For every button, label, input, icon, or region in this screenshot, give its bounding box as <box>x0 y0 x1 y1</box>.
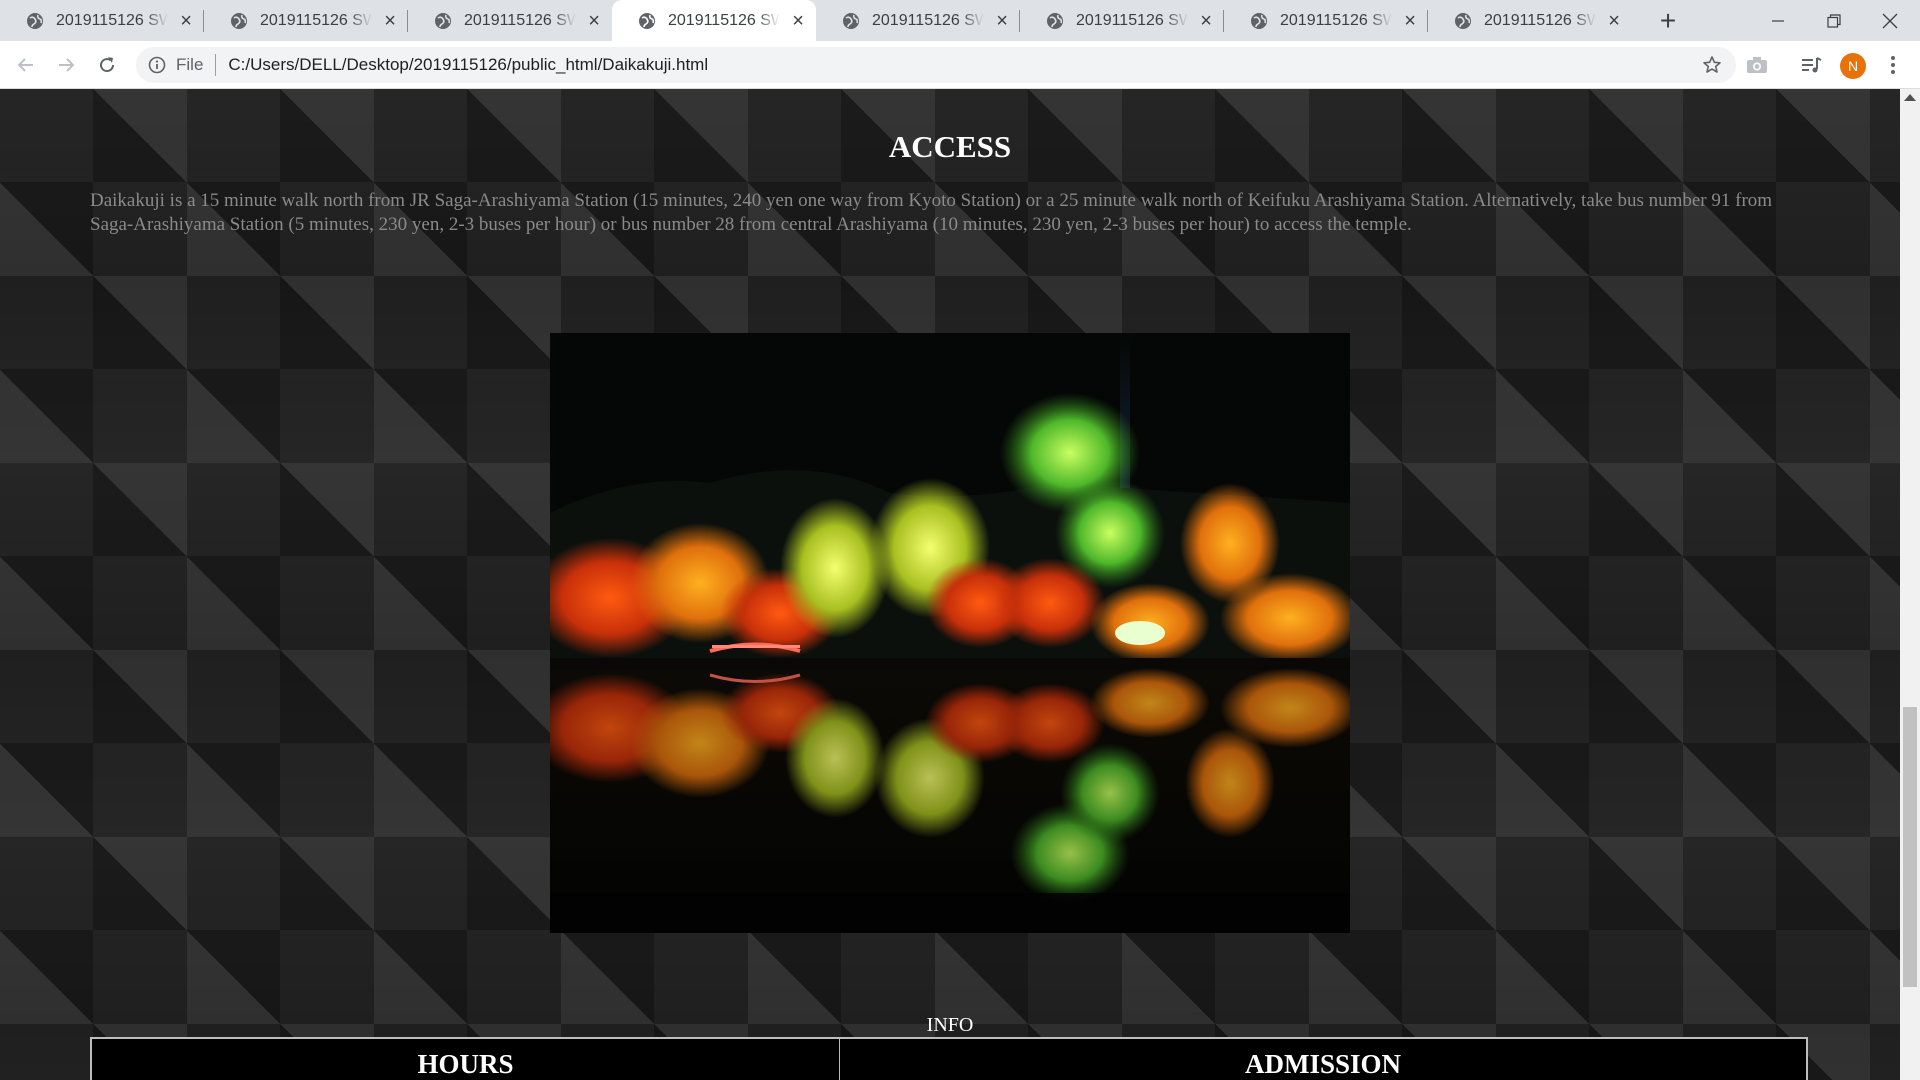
tab-title: 2019115126 SWAN <box>260 11 373 29</box>
browser-tab[interactable]: 2019115126 SWAN × <box>1224 0 1428 41</box>
globe-icon <box>843 12 859 29</box>
info-caption: INFO <box>926 1014 974 1036</box>
browser-tab[interactable]: 2019115126 SWAN × <box>204 0 408 41</box>
forward-arrow-icon <box>59 58 75 72</box>
reload-icon <box>100 57 115 73</box>
restore-icon <box>1827 13 1841 28</box>
tab-title: 2019115126 SWAN <box>872 11 985 29</box>
access-paragraph: Daikakuji is a 15 minute walk north from… <box>90 190 1773 235</box>
minimize-button[interactable] <box>1748 0 1808 41</box>
tab-strip: 2019115126 SWAN × 2019115126 SWAN × 2019… <box>0 0 1920 41</box>
close-window-button[interactable] <box>1860 0 1920 41</box>
close-tab-icon[interactable]: × <box>994 11 1010 31</box>
back-arrow-icon <box>17 58 33 72</box>
browser-menu-button[interactable] <box>1881 53 1905 77</box>
media-playlist-icon <box>1802 57 1822 73</box>
more-vertical-icon <box>1891 56 1895 74</box>
address-divider <box>215 54 217 76</box>
close-tab-icon[interactable]: × <box>1606 11 1622 31</box>
close-tab-icon[interactable]: × <box>790 11 806 31</box>
globe-icon <box>435 12 451 29</box>
back-button[interactable] <box>8 47 44 83</box>
close-tab-icon[interactable]: × <box>1198 11 1214 31</box>
table-header-admission: ADMISSION <box>1244 1049 1402 1079</box>
bookmark-star-icon[interactable] <box>1702 55 1722 75</box>
table-header-hours: HOURS <box>92 1039 840 1080</box>
browser-tab-active[interactable]: 2019115126 SWAN × <box>612 0 816 41</box>
tab-title: 2019115126 SWAN <box>464 11 577 29</box>
profile-avatar[interactable]: N <box>1840 53 1866 79</box>
forward-button[interactable] <box>48 47 84 83</box>
close-tab-icon[interactable]: × <box>586 11 602 31</box>
browser-tab[interactable]: 2019115126 SWAN × <box>816 0 1020 41</box>
scroll-up-arrow-icon[interactable] <box>1904 94 1916 101</box>
minimize-icon <box>1772 19 1784 22</box>
globe-icon <box>639 12 655 29</box>
address-url[interactable]: C:/Users/DELL/Desktop/2019115126/public_… <box>228 55 708 75</box>
address-bar[interactable]: File C:/Users/DELL/Desktop/2019115126/pu… <box>136 47 1736 83</box>
camera-icon <box>1747 57 1767 73</box>
info-table: HOURS ADMISSION <box>90 1037 1808 1080</box>
address-scheme: File <box>176 55 204 74</box>
browser-tab[interactable]: 2019115126 SWAN × <box>408 0 612 41</box>
globe-icon <box>27 12 43 29</box>
tab-title: 2019115126 SWAN <box>1076 11 1189 29</box>
close-tab-icon[interactable]: × <box>382 11 398 31</box>
temple-night-illumination-photo <box>550 333 1350 933</box>
scrollbar-thumb[interactable] <box>1903 707 1917 987</box>
globe-icon <box>231 12 247 29</box>
new-tab-button[interactable]: + <box>1652 5 1684 36</box>
reload-button[interactable] <box>89 47 125 83</box>
tab-title: 2019115126 SWAN <box>56 11 169 29</box>
media-control-button[interactable] <box>1799 53 1823 77</box>
restore-button[interactable] <box>1804 0 1864 41</box>
close-icon <box>1882 13 1898 28</box>
browser-toolbar: File C:/Users/DELL/Desktop/2019115126/pu… <box>0 41 1920 89</box>
browser-tab[interactable]: 2019115126 SWAN × <box>1428 0 1632 41</box>
tab-title: 2019115126 SWAN <box>1280 11 1393 29</box>
globe-icon <box>1455 12 1471 29</box>
globe-icon <box>1047 12 1063 29</box>
tab-title: 2019115126 SWAN <box>668 11 781 29</box>
info-icon[interactable] <box>148 56 166 74</box>
access-heading: ACCESS <box>888 129 1012 164</box>
close-tab-icon[interactable]: × <box>178 11 194 31</box>
tab-title: 2019115126 SWAN <box>1484 11 1597 29</box>
photo-graphic <box>550 333 1350 933</box>
page-viewport: ACCESS Daikakuji is a 15 minute walk nor… <box>0 89 1900 1080</box>
browser-tab[interactable]: 2019115126 SWAN × <box>0 0 204 41</box>
camera-extension-button[interactable] <box>1745 53 1769 77</box>
globe-icon <box>1251 12 1267 29</box>
close-tab-icon[interactable]: × <box>1402 11 1418 31</box>
browser-tab[interactable]: 2019115126 SWAN × <box>1020 0 1224 41</box>
